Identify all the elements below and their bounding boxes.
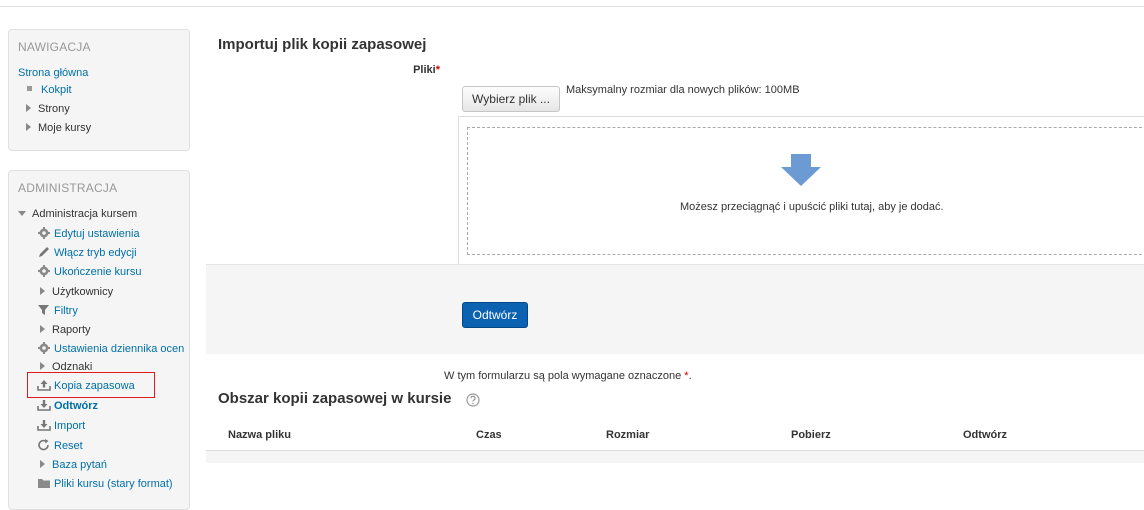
nav-item-pages[interactable]: Strony	[23, 101, 70, 117]
admin-item-edit-mode[interactable]: Włącz tryb edycji	[37, 245, 137, 261]
dropzone-text: Możesz przeciągnąć i upuścić pliki tutaj…	[680, 201, 944, 213]
required-fields-note: W tym formularzu są pola wymagane oznacz…	[444, 370, 692, 382]
column-file-name: Nazwa pliku	[228, 429, 291, 441]
chevron-right-icon	[40, 287, 45, 295]
nav-item-dashboard[interactable]: Kokpit	[23, 82, 72, 98]
admin-item-label: Pliki kursu (stary format)	[54, 478, 173, 490]
admin-item-label: Filtry	[54, 305, 78, 317]
admin-item-reset[interactable]: Reset	[37, 438, 83, 454]
required-mark: *	[435, 64, 440, 76]
import-heading: Importuj plik kopii zapasowej	[218, 36, 427, 53]
chevron-right-icon	[40, 460, 45, 468]
arrow-down-icon	[781, 154, 821, 186]
nav-home-link[interactable]: Strona główna	[18, 65, 88, 81]
admin-item-label: Odtwórz	[54, 400, 98, 412]
admin-item-import[interactable]: Import	[37, 418, 85, 434]
filter-icon	[37, 304, 51, 316]
gear-icon	[37, 265, 51, 277]
admin-item-question-bank[interactable]: Baza pytań	[37, 457, 107, 473]
backup-files-table-empty-row	[206, 451, 1144, 463]
choose-file-button[interactable]: Wybierz plik ...	[462, 86, 560, 112]
reset-icon	[37, 439, 51, 451]
backup-area-heading: Obszar kopii zapasowej w kursie	[218, 390, 452, 407]
required-note-end: .	[688, 370, 692, 382]
import-icon	[37, 419, 51, 431]
administration-block: ADMINISTRACJA Administracja kursem Edytu…	[8, 170, 190, 510]
admin-item-label: Ustawienia dziennika ocen	[54, 343, 185, 355]
admin-item-label: Baza pytań	[52, 459, 108, 471]
chevron-right-icon	[40, 325, 45, 333]
gear-icon	[37, 342, 51, 354]
navigation-block: NAWIGACJA Strona główna Kokpit Strony Mo…	[8, 29, 190, 151]
admin-item-legacy-files[interactable]: Pliki kursu (stary format)	[37, 476, 173, 492]
column-download: Pobierz	[791, 429, 831, 441]
nav-item-my-courses[interactable]: Moje kursy	[23, 120, 91, 136]
files-label-text: Pliki	[413, 64, 436, 76]
help-icon[interactable]	[466, 393, 480, 407]
restore-button[interactable]: Odtwórz	[462, 302, 528, 328]
administration-title: ADMINISTRACJA	[18, 181, 118, 195]
top-border	[0, 0, 1144, 7]
bullet-icon	[27, 86, 32, 91]
admin-item-label: Raporty	[52, 324, 91, 336]
files-label: Pliki*	[380, 64, 440, 76]
form-actions-area	[206, 264, 1144, 354]
admin-item-edit-settings[interactable]: Edytuj ustawienia	[37, 226, 140, 242]
admin-item-gradebook-settings[interactable]: Ustawienia dziennika ocen	[37, 341, 184, 357]
admin-item-label: Użytkownicy	[52, 286, 114, 298]
chevron-right-icon	[26, 123, 31, 131]
nav-item-label: Strony	[38, 103, 70, 115]
admin-item-restore[interactable]: Odtwórz	[37, 398, 98, 414]
admin-item-label: Import	[54, 420, 86, 432]
chevron-down-icon	[18, 211, 26, 216]
chevron-right-icon	[26, 104, 31, 112]
admin-item-users[interactable]: Użytkownicy	[37, 284, 113, 300]
gear-icon	[37, 227, 51, 239]
admin-item-course-completion[interactable]: Ukończenie kursu	[37, 264, 141, 280]
restore-icon	[37, 399, 51, 411]
max-size-text: Maksymalny rozmiar dla nowych plików: 10…	[566, 84, 800, 96]
admin-course-admin-label: Administracja kursem	[32, 208, 138, 220]
navigation-title: NAWIGACJA	[18, 40, 91, 54]
admin-item-label: Reset	[54, 440, 83, 452]
admin-course-admin[interactable]: Administracja kursem	[18, 206, 137, 222]
admin-item-label: Ukończenie kursu	[54, 266, 142, 278]
backup-files-table-header: Nazwa pliku Czas Rozmiar Pobierz Odtwórz	[206, 420, 1144, 451]
pencil-icon	[37, 246, 51, 258]
admin-item-reports[interactable]: Raporty	[37, 322, 91, 338]
folder-icon	[37, 477, 51, 489]
column-time: Czas	[476, 429, 502, 441]
admin-item-filters[interactable]: Filtry	[37, 303, 78, 319]
column-restore: Odtwórz	[963, 429, 1007, 441]
dropzone[interactable]	[467, 127, 1144, 255]
highlight-box	[27, 372, 155, 398]
nav-item-label: Kokpit	[41, 84, 72, 96]
chevron-right-icon	[40, 362, 45, 370]
admin-item-label: Edytuj ustawienia	[54, 228, 140, 240]
nav-item-label: Moje kursy	[38, 122, 92, 134]
admin-item-label: Włącz tryb edycji	[54, 247, 137, 259]
required-note-text: W tym formularzu są pola wymagane oznacz…	[444, 370, 682, 382]
column-size: Rozmiar	[606, 429, 650, 441]
